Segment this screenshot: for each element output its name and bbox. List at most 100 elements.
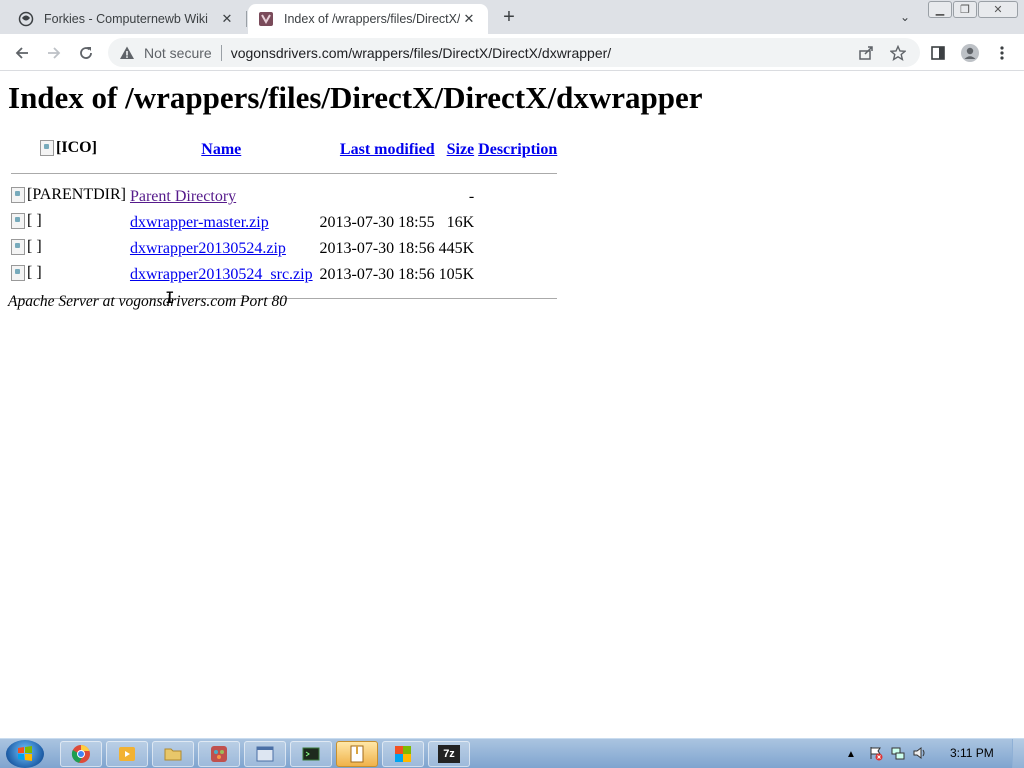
forward-button[interactable]	[42, 41, 66, 65]
table-row: [PARENTDIR] Parent Directory -	[10, 185, 558, 209]
warning-icon[interactable]	[118, 44, 136, 62]
reload-icon	[80, 47, 92, 59]
side-panel-icon[interactable]	[926, 41, 950, 65]
show-hidden-icons-chevron-icon[interactable]: ▲	[846, 749, 858, 760]
taskbar-paint[interactable]	[198, 741, 240, 767]
close-tab-icon[interactable]: ✕	[218, 10, 236, 28]
archive-icon	[350, 745, 364, 763]
7zip-icon: 7z	[438, 745, 460, 763]
tab-separator	[246, 11, 247, 27]
menu-kebab-icon[interactable]	[990, 41, 1014, 65]
back-arrow-icon	[15, 47, 28, 59]
row-description	[477, 211, 558, 235]
server-signature: Apache Server at vogonsdrivers.com Port …	[8, 293, 287, 310]
row-name[interactable]: Parent Directory	[129, 185, 314, 209]
terminal-icon	[302, 747, 320, 761]
tab-title: Forkies - Computernewb Wiki	[44, 12, 208, 26]
minimize-button[interactable]: ▁	[928, 1, 952, 18]
row-description	[477, 237, 558, 261]
taskbar-explorer[interactable]	[152, 741, 194, 767]
icon-column-header: [ICO]	[10, 137, 127, 162]
row-name[interactable]: dxwrapper20130524.zip	[129, 237, 314, 261]
security-label[interactable]: Not secure	[144, 45, 212, 61]
wiki-icon	[18, 11, 34, 27]
size-column-header[interactable]: Size	[438, 137, 476, 162]
file-icon	[11, 213, 25, 229]
file-icon	[11, 239, 25, 255]
taskbar-archive[interactable]	[336, 741, 378, 767]
volume-icon[interactable]	[912, 745, 928, 764]
network-icon[interactable]	[890, 745, 906, 764]
file-icon	[11, 265, 25, 281]
media-player-icon	[119, 747, 135, 761]
close-tab-icon[interactable]: ✕	[460, 10, 478, 28]
windows-logo-icon	[18, 746, 32, 761]
taskbar-clock[interactable]: 3:11 PM	[950, 746, 994, 760]
text-cursor-icon: I	[165, 290, 175, 306]
sort-by-description-link[interactable]: Description	[478, 141, 557, 158]
page-title: Index of /wrappers/files/DirectX/DirectX…	[8, 80, 703, 115]
forward-arrow-icon	[48, 47, 61, 59]
taskbar-colorful-app[interactable]	[382, 741, 424, 767]
chrome-icon	[71, 745, 90, 763]
file-explorer-icon	[164, 748, 182, 761]
row-icon: [PARENTDIR]	[10, 185, 127, 209]
broken-image-icon	[40, 139, 55, 156]
table-row: [ ] dxwrapper-master.zip 2013-07-30 18:5…	[10, 211, 558, 235]
tab-forkies[interactable]: Forkies - Computernewb Wiki ✕	[8, 4, 246, 34]
profile-avatar-icon[interactable]	[958, 41, 982, 65]
file-link[interactable]: dxwrapper-master.zip	[130, 214, 269, 231]
sort-by-name-link[interactable]: Name	[201, 141, 241, 158]
row-name[interactable]: dxwrapper-master.zip	[129, 211, 314, 235]
row-size: 16K	[446, 214, 475, 231]
window-app-icon	[256, 746, 274, 762]
parent-directory-link[interactable]: Parent Directory	[130, 188, 236, 205]
tab-search-chevron-icon[interactable]: ⌄	[896, 8, 914, 26]
restore-button[interactable]: ❐	[953, 1, 977, 18]
new-tab-button[interactable]: +	[498, 6, 520, 28]
window-close-button[interactable]: ✕	[978, 1, 1018, 18]
tab-title: Index of /wrappers/files/DirectX/DirectX…	[284, 12, 460, 26]
table-row: [ ] dxwrapper20130524_src.zip 2013-07-30…	[10, 263, 558, 287]
taskbar-window-app[interactable]	[244, 741, 286, 767]
row-description	[477, 185, 558, 209]
taskbar-media-player[interactable]	[106, 741, 148, 767]
system-tray: ▲	[846, 739, 928, 768]
file-link[interactable]: dxwrapper20130524_src.zip	[130, 266, 313, 283]
show-desktop-button[interactable]	[1012, 739, 1024, 768]
start-button[interactable]	[6, 740, 44, 768]
omnibox-divider	[220, 44, 222, 61]
share-icon[interactable]	[856, 43, 876, 63]
taskbar-7zip[interactable]: 7z	[428, 741, 470, 767]
bookmark-star-icon[interactable]	[888, 43, 908, 63]
page-content: Index of /wrappers/files/DirectX/DirectX…	[0, 72, 1024, 738]
sort-by-last-modified-link[interactable]: Last modified	[340, 141, 435, 158]
action-center-flag-icon[interactable]	[868, 745, 884, 764]
back-button[interactable]	[10, 41, 34, 65]
name-column-header[interactable]: Name	[129, 137, 314, 162]
table-row: [ ] dxwrapper20130524.zip 2013-07-30 18:…	[10, 237, 558, 261]
taskbar-chrome[interactable]	[60, 741, 102, 767]
row-last-modified: 2013-07-30 18:56	[319, 266, 435, 283]
row-name[interactable]: dxwrapper20130524_src.zip	[129, 263, 314, 287]
last-modified-column-header[interactable]: Last modified	[316, 137, 436, 162]
browser-toolbar: Not secure vogonsdrivers.com/wrappers/fi…	[0, 34, 1024, 71]
row-last-modified	[316, 185, 436, 209]
taskbar-terminal[interactable]	[290, 741, 332, 767]
row-size: -	[468, 188, 475, 205]
tab-strip: Forkies - Computernewb Wiki ✕ Index of /…	[0, 0, 1024, 34]
file-link[interactable]: dxwrapper20130524.zip	[130, 240, 286, 257]
directory-listing-table: [ICO] Name Last modified Size Descriptio…	[8, 135, 560, 310]
description-column-header[interactable]: Description	[477, 137, 558, 162]
row-size: 105K	[438, 266, 475, 283]
row-last-modified: 2013-07-30 18:56	[319, 240, 435, 257]
reload-button[interactable]	[74, 41, 98, 65]
sort-by-size-link[interactable]: Size	[447, 141, 475, 158]
tab-index[interactable]: Index of /wrappers/files/DirectX/DirectX…	[248, 4, 488, 34]
row-last-modified: 2013-07-30 18:55	[319, 214, 435, 231]
row-icon: [ ]	[10, 211, 127, 235]
address-bar[interactable]: Not secure vogonsdrivers.com/wrappers/fi…	[108, 38, 920, 67]
paint-icon	[211, 746, 227, 762]
url-text[interactable]: vogonsdrivers.com/wrappers/files/DirectX…	[231, 45, 856, 61]
row-description	[477, 263, 558, 287]
